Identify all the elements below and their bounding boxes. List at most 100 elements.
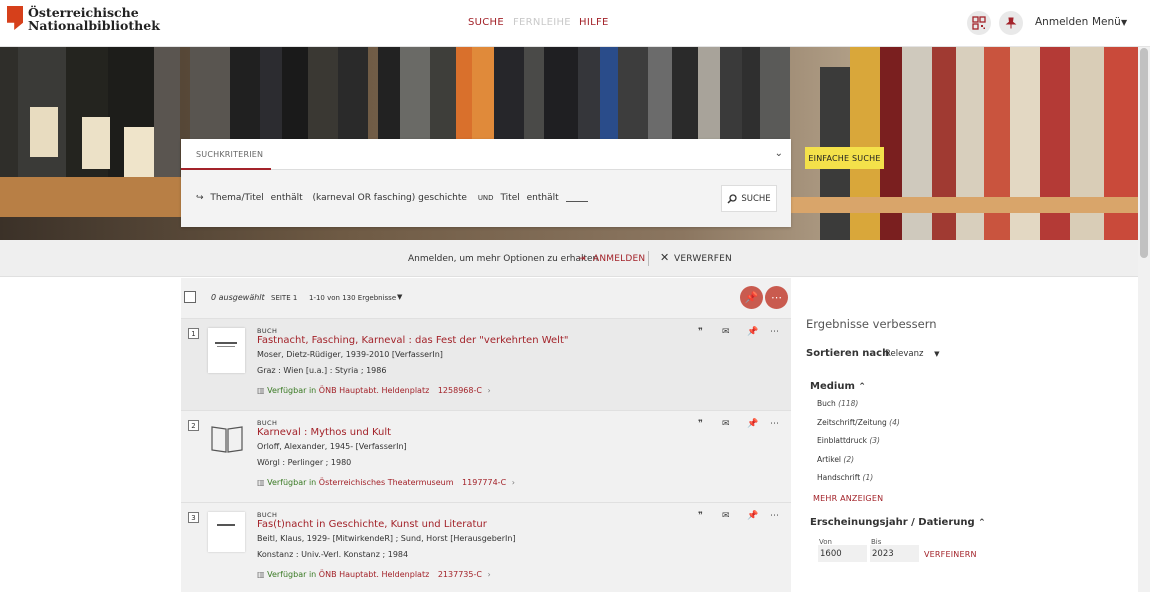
query-value2-input[interactable] bbox=[565, 193, 588, 202]
login-notice-link[interactable]: ANMELDEN bbox=[593, 254, 645, 264]
more-icon[interactable]: ⋯ bbox=[770, 327, 779, 337]
availability-location[interactable]: Österreichisches Theatermuseum bbox=[319, 478, 454, 487]
result-author: Orloff, Alexander, 1945- [VerfasserIn] bbox=[257, 442, 407, 451]
caret-down-icon[interactable]: ▼ bbox=[397, 293, 402, 301]
book-cover-thumbnail[interactable] bbox=[208, 512, 245, 552]
pin-icon[interactable]: 📌 bbox=[747, 511, 758, 521]
result-title[interactable]: Fas(t)nacht in Geschichte, Kunst und Lit… bbox=[257, 519, 487, 530]
result-item[interactable]: 2 BUCH Karneval : Mythos und Kult Orloff… bbox=[181, 410, 791, 502]
result-title[interactable]: Karneval : Mythos und Kult bbox=[257, 427, 391, 438]
dismiss-link[interactable]: VERWERFEN bbox=[674, 254, 732, 264]
select-all-checkbox[interactable] bbox=[184, 291, 196, 303]
facet-label: Zeitschrift/Zeitung bbox=[817, 418, 887, 427]
facet-item[interactable]: Buch (118) bbox=[817, 399, 858, 408]
availability-icon: ▥ bbox=[257, 478, 265, 487]
more-icon[interactable]: ⋯ bbox=[770, 511, 779, 521]
onb-logo[interactable]: Österreichische Nationalbibliothek bbox=[7, 6, 160, 40]
logo-mark-icon bbox=[7, 6, 23, 30]
facet-year-heading[interactable]: Erscheinungsjahr / Datierung ⌃ bbox=[810, 517, 986, 528]
results-range[interactable]: 1-10 von 130 Ergebnisse bbox=[309, 294, 396, 302]
availability-location[interactable]: ÖNB Hauptabt. Heldenplatz bbox=[319, 570, 430, 579]
chevron-right-icon: › bbox=[487, 386, 491, 395]
result-author: Beitl, Klaus, 1929- [MitwirkendeR] ; Sun… bbox=[257, 534, 516, 543]
query-op1[interactable]: enthält bbox=[271, 193, 303, 203]
simple-search-button[interactable]: EINFACHE SUCHE bbox=[805, 147, 884, 169]
qr-code-button[interactable] bbox=[967, 11, 991, 35]
query-field2[interactable]: Titel bbox=[500, 193, 519, 203]
refine-button[interactable]: VERFEINERN bbox=[924, 550, 977, 559]
facet-count: (118) bbox=[838, 399, 859, 408]
menu-button[interactable]: Menü bbox=[1092, 16, 1121, 28]
book-cover-thumbnail[interactable] bbox=[208, 328, 245, 373]
quote-icon[interactable]: ❞ bbox=[698, 511, 703, 521]
query-connector[interactable]: UND bbox=[478, 194, 494, 202]
search-tabbar: SUCHKRITERIEN ⌄ bbox=[181, 139, 791, 170]
nav-interlibrary[interactable]: FERNLEIHE bbox=[513, 17, 571, 28]
result-type: BUCH bbox=[257, 511, 278, 519]
call-number[interactable]: 1197774-C bbox=[462, 478, 506, 487]
show-more-link[interactable]: MEHR ANZEIGEN bbox=[813, 494, 883, 503]
arrow-icon: ↪ bbox=[196, 193, 204, 203]
book-placeholder-icon[interactable] bbox=[210, 424, 244, 458]
facet-medium-heading[interactable]: Medium ⌃ bbox=[810, 381, 866, 392]
query-field1[interactable]: Thema/Titel bbox=[210, 193, 263, 203]
pin-icon[interactable]: 📌 bbox=[747, 327, 758, 337]
result-author: Moser, Dietz-Rüdiger, 1939-2010 [Verfass… bbox=[257, 350, 443, 359]
more-icon[interactable]: ⋯ bbox=[770, 419, 779, 429]
facet-item[interactable]: Artikel (2) bbox=[817, 455, 854, 464]
pin-all-button[interactable]: 📌 bbox=[740, 286, 763, 309]
selected-count: 0 ausgewählt bbox=[211, 293, 265, 302]
caret-down-icon: ▼ bbox=[1121, 18, 1128, 27]
scrollbar-thumb[interactable] bbox=[1140, 48, 1148, 258]
facet-count: (2) bbox=[843, 455, 855, 464]
pinned-button[interactable] bbox=[999, 11, 1023, 35]
result-item[interactable]: 3 BUCH Fas(t)nacht in Geschichte, Kunst … bbox=[181, 502, 791, 592]
facet-label: Buch bbox=[817, 399, 836, 408]
call-number[interactable]: 1258968-C bbox=[438, 386, 482, 395]
mail-icon[interactable]: ✉ bbox=[722, 511, 730, 521]
mail-icon[interactable]: ✉ bbox=[722, 419, 730, 429]
facet-item[interactable]: Handschrift (1) bbox=[817, 473, 873, 482]
availability-status: Verfügbar in bbox=[267, 570, 317, 579]
quote-icon[interactable]: ❞ bbox=[698, 327, 703, 337]
close-icon[interactable]: ✕ bbox=[660, 251, 669, 264]
pin-icon[interactable]: 📌 bbox=[747, 419, 758, 429]
result-item[interactable]: 1 BUCH Fastnacht, Fasching, Karneval : d… bbox=[181, 318, 791, 410]
search-button-label: SUCHE bbox=[741, 193, 771, 204]
chevron-up-icon: ⌃ bbox=[978, 518, 986, 528]
chevron-down-icon[interactable]: ⌄ bbox=[775, 148, 783, 159]
facet-label: Handschrift bbox=[817, 473, 861, 482]
facet-item[interactable]: Einblattdruck (3) bbox=[817, 436, 880, 445]
availability-line[interactable]: ▥ Verfügbar in Österreichisches Theaterm… bbox=[257, 478, 515, 487]
tab-search-criteria[interactable]: SUCHKRITERIEN bbox=[181, 139, 271, 170]
availability-line[interactable]: ▥ Verfügbar in ÖNB Hauptabt. Heldenplatz… bbox=[257, 570, 491, 579]
more-actions-button[interactable]: ⋯ bbox=[765, 286, 788, 309]
search-button[interactable]: SUCHE bbox=[721, 185, 777, 212]
search-panel: SUCHKRITERIEN ⌄ ↪ Thema/Titel enthält (k… bbox=[181, 139, 791, 227]
result-number: 2 bbox=[188, 420, 199, 431]
quote-icon[interactable]: ❞ bbox=[698, 419, 703, 429]
login-notice-text: Anmelden, um mehr Optionen zu erhalten bbox=[408, 254, 599, 264]
result-publication: Graz : Wien [u.a.] : Styria ; 1986 bbox=[257, 366, 387, 375]
result-publication: Wörgl : Perlinger ; 1980 bbox=[257, 458, 352, 467]
nav-help[interactable]: HILFE bbox=[579, 17, 609, 28]
availability-location[interactable]: ÖNB Hauptabt. Heldenplatz bbox=[319, 386, 430, 395]
query-op2[interactable]: enthält bbox=[527, 193, 559, 203]
chevron-right-icon: › bbox=[487, 570, 491, 579]
mail-icon[interactable]: ✉ bbox=[722, 327, 730, 337]
refine-sidebar: Ergebnisse verbessern Sortieren nach Rel… bbox=[791, 278, 1138, 592]
facet-label: Einblattdruck bbox=[817, 436, 867, 445]
result-title[interactable]: Fastnacht, Fasching, Karneval : das Fest… bbox=[257, 335, 568, 346]
top-bar: Österreichische Nationalbibliothek SUCHE… bbox=[0, 0, 1150, 47]
query-value1[interactable]: (karneval OR fasching) geschichte bbox=[313, 193, 467, 203]
year-from-input[interactable] bbox=[818, 545, 867, 562]
call-number[interactable]: 2137735-C bbox=[438, 570, 482, 579]
year-to-input[interactable] bbox=[870, 545, 919, 562]
sort-select[interactable]: Relevanz ▼ bbox=[885, 349, 940, 359]
facet-item[interactable]: Zeitschrift/Zeitung (4) bbox=[817, 418, 900, 427]
facet-count: (1) bbox=[862, 473, 874, 482]
nav-search[interactable]: SUCHE bbox=[468, 17, 504, 28]
login-link[interactable]: Anmelden bbox=[1035, 16, 1088, 28]
sort-label: Sortieren nach bbox=[806, 348, 890, 359]
availability-line[interactable]: ▥ Verfügbar in ÖNB Hauptabt. Heldenplatz… bbox=[257, 386, 491, 395]
